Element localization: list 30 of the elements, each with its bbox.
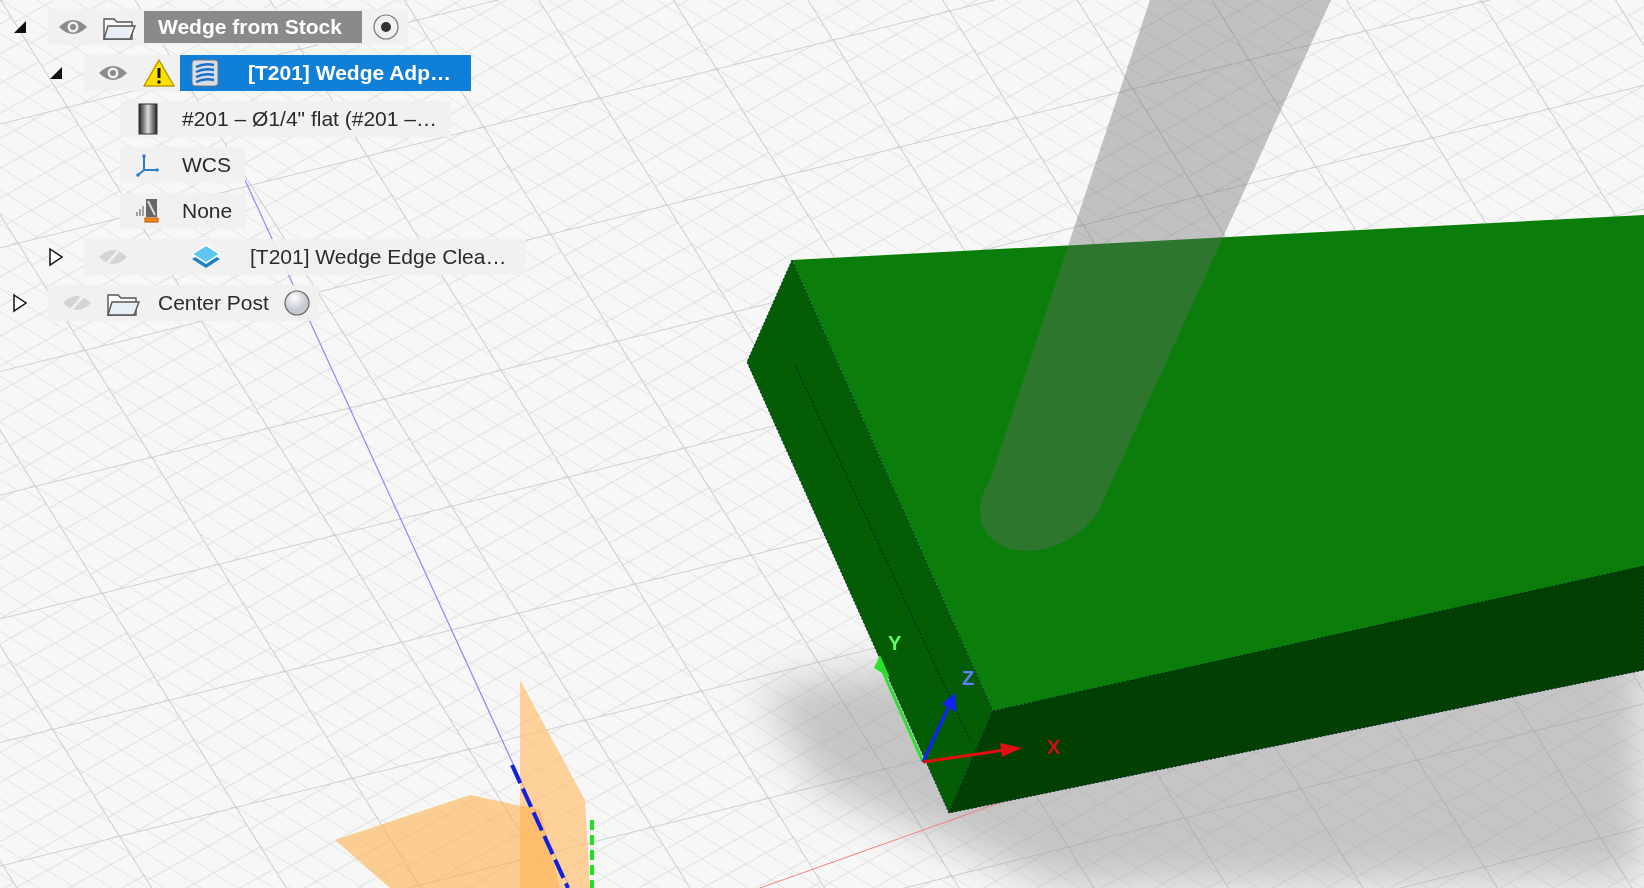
axis-line [590,820,594,888]
axis-label: Y [888,632,902,654]
item-label: None [181,199,234,223]
tree-item[interactable]: None [120,193,247,229]
tool-icon [138,103,158,135]
expand-arrow-icon[interactable] [48,247,64,267]
item-label: [T201] Wedge Adp… [247,61,453,85]
eye-icon[interactable] [57,17,89,37]
tree-item[interactable]: #201 – Ø1/4" flat (#201 –… [120,101,451,137]
item-label: [T201] Wedge Edge Clea… [249,245,508,269]
item-label: WCS [181,153,232,177]
coordinate-axes-icon [136,153,160,177]
item-label: Center Post [157,291,270,315]
collapse-arrow-icon[interactable] [48,65,64,81]
collapse-arrow-icon[interactable] [12,19,28,35]
item-label: Wedge from Stock [144,11,362,43]
expand-arrow-icon[interactable] [12,293,28,313]
machine-icon [135,198,161,224]
tree-item[interactable]: Center Post [48,285,319,321]
active-setup-radio[interactable] [282,289,311,317]
tree-item[interactable]: [T201] Wedge Adp… [84,55,472,91]
eye-icon[interactable] [97,63,129,83]
axis-label: X [1047,736,1061,758]
layers-icon [190,243,222,271]
tree-item[interactable]: WCS [120,147,245,183]
axis-label: Z [962,667,975,689]
tree-item[interactable]: [T201] Wedge Edge Clea… [84,239,527,275]
item-label: #201 – Ø1/4" flat (#201 –… [181,107,438,131]
toolpath-icon [190,58,220,88]
active-setup-radio[interactable] [372,13,400,41]
